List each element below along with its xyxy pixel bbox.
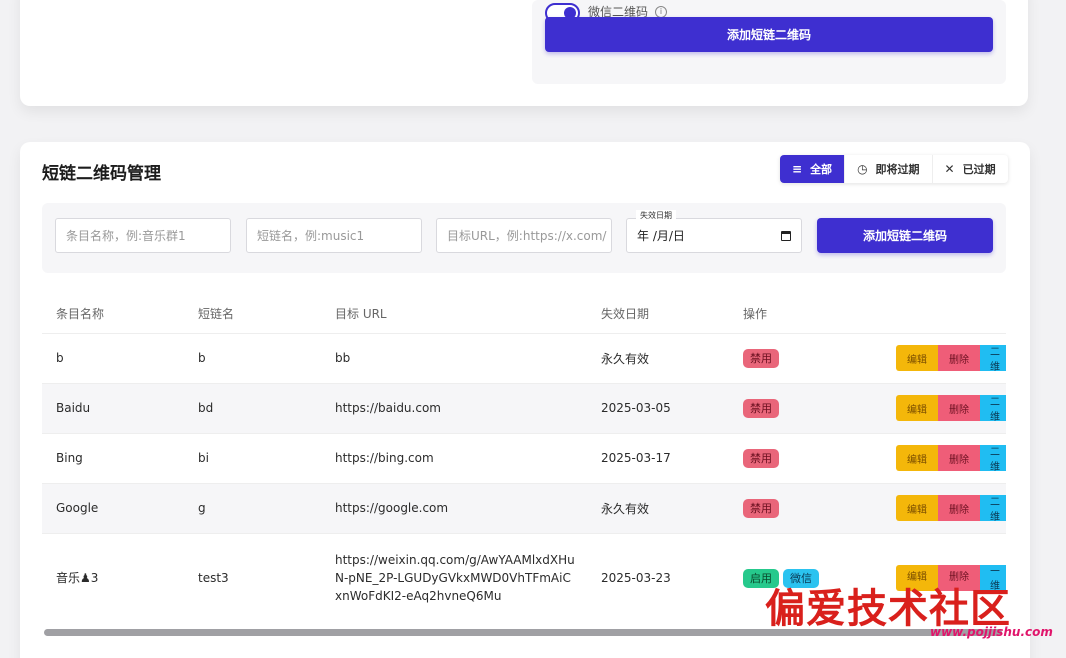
close-icon: ✕ (944, 162, 955, 176)
expiry-date-input[interactable]: 年 /月/日 (626, 218, 802, 253)
qr-button[interactable]: 二维 (980, 495, 1006, 521)
table-header-row: 条目名称 短链名 目标 URL 失效日期 操作 (42, 294, 1006, 333)
cell-short: bi (198, 451, 209, 465)
cell-short: bd (198, 401, 214, 415)
edit-button[interactable]: 编辑 (896, 395, 938, 421)
cell-short: g (198, 501, 206, 515)
cell-url[interactable]: bb (321, 333, 587, 383)
cell-short: b (198, 351, 206, 365)
column-header-actions: 操作 (743, 306, 768, 321)
cell-expiry: 2025-03-17 (601, 451, 671, 465)
short-name-input[interactable]: 短链名，例:music1 (246, 218, 422, 253)
clock-icon: ◷ (857, 162, 868, 176)
cell-actions: 编辑 删除 二维 (879, 383, 1006, 433)
cell-status: 禁用 (729, 483, 879, 533)
delete-button[interactable]: 删除 (938, 495, 980, 521)
status-toggle-button[interactable]: 禁用 (743, 398, 779, 418)
expiry-date-label: 失效日期 (636, 210, 676, 221)
status-toggle-button[interactable]: 禁用 (743, 348, 779, 368)
cell-short: test3 (198, 571, 229, 586)
add-short-qr-button[interactable]: 添加短链二维码 (817, 218, 993, 253)
qr-button[interactable]: 二维 (980, 445, 1006, 471)
cell-url[interactable]: https://bing.com (321, 433, 587, 483)
watermark-url: www.pojjishu.com (930, 625, 1053, 639)
delete-button[interactable]: 删除 (938, 345, 980, 371)
filter-group: ≡ 全部 ◷ 即将过期 ✕ 已过期 (780, 155, 1008, 183)
section-title: 短链二维码管理 (42, 164, 161, 184)
cell-url[interactable]: https://weixin.qq.com/g/AwYAAMlxdXHuN-pN… (321, 533, 587, 623)
table-row: b b bb 永久有效 禁用 编辑 删除 二维 (42, 333, 1006, 383)
cell-status: 禁用 (729, 333, 879, 383)
status-toggle-button[interactable]: 禁用 (743, 448, 779, 468)
cell-name: Baidu (56, 401, 91, 415)
column-header-url: 目标 URL (335, 306, 387, 321)
column-header-blank (879, 294, 1006, 333)
watermark: 偏爱技术社区 www.pojjishu.com (765, 576, 1065, 658)
cell-name: Bing (56, 451, 83, 465)
add-form-card: 微信二维码 i 添加短链二维码 (20, 0, 1028, 106)
list-icon: ≡ (792, 162, 803, 176)
cell-expiry: 永久有效 (601, 351, 650, 366)
edit-button[interactable]: 编辑 (896, 445, 938, 471)
calendar-icon[interactable] (781, 230, 791, 241)
table-row: Bing bi https://bing.com 2025-03-17 禁用 编… (42, 433, 1006, 483)
cell-status: 禁用 (729, 383, 879, 433)
new-entry-form: 条目名称，例:音乐群1 短链名，例:music1 目标URL，例:https:/… (42, 203, 1006, 273)
edit-button[interactable]: 编辑 (896, 345, 938, 371)
cell-url[interactable]: https://baidu.com (321, 383, 587, 433)
cell-name: 音乐♟3 (56, 571, 99, 586)
table-row: Google g https://google.com 永久有效 禁用 编辑 删… (42, 483, 1006, 533)
add-form-panel: 微信二维码 i 添加短链二维码 (532, 0, 1006, 84)
qr-button[interactable]: 二维 (980, 395, 1006, 421)
column-header-expiry: 失效日期 (601, 306, 650, 321)
filter-label: 全部 (810, 163, 833, 176)
cell-expiry: 2025-03-05 (601, 401, 671, 415)
add-short-qr-button[interactable]: 添加短链二维码 (545, 17, 993, 52)
cell-expiry: 永久有效 (601, 501, 650, 516)
target-url-input[interactable]: 目标URL，例:https://x.com/ (436, 218, 612, 253)
delete-button[interactable]: 删除 (938, 445, 980, 471)
qr-button[interactable]: 二维 (980, 345, 1006, 371)
status-toggle-button[interactable]: 禁用 (743, 498, 779, 518)
cell-url[interactable]: https://google.com (321, 483, 587, 533)
cell-name: b (56, 351, 64, 365)
filter-label: 已过期 (962, 163, 996, 176)
date-value: 年 /月/日 (637, 229, 685, 243)
cell-expiry: 2025-03-23 (601, 571, 671, 586)
column-header-name: 条目名称 (56, 306, 105, 321)
edit-button[interactable]: 编辑 (896, 495, 938, 521)
cell-status: 禁用 (729, 433, 879, 483)
cell-actions: 编辑 删除 二维 (879, 483, 1006, 533)
column-header-short: 短链名 (198, 306, 235, 321)
table-row: Baidu bd https://baidu.com 2025-03-05 禁用… (42, 383, 1006, 433)
short-link-table: 条目名称 短链名 目标 URL 失效日期 操作 b b bb 永久有效 禁用 编… (42, 294, 1006, 623)
cell-name: Google (56, 501, 99, 515)
delete-button[interactable]: 删除 (938, 395, 980, 421)
filter-expired-button[interactable]: ✕ 已过期 (931, 155, 1008, 183)
filter-all-button[interactable]: ≡ 全部 (780, 155, 845, 183)
filter-label: 即将过期 (875, 163, 920, 176)
filter-expiring-button[interactable]: ◷ 即将过期 (844, 155, 931, 183)
cell-actions: 编辑 删除 二维 (879, 433, 1006, 483)
entry-name-input[interactable]: 条目名称，例:音乐群1 (55, 218, 231, 253)
cell-actions: 编辑 删除 二维 (879, 333, 1006, 383)
